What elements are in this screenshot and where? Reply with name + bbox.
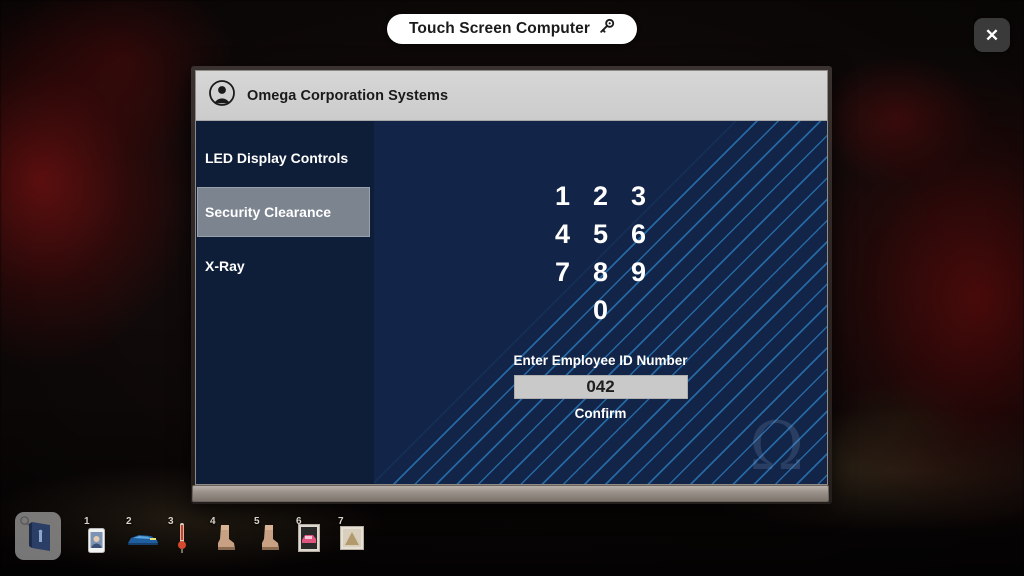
window-title: Touch Screen Computer (409, 20, 590, 37)
hotbar-slot-1[interactable]: 1 (84, 516, 118, 558)
hotbar-slot-6[interactable]: 6 (296, 516, 330, 558)
window-title-pill: Touch Screen Computer (387, 14, 637, 44)
keypad-key-9[interactable]: 9 (620, 253, 658, 291)
hotbar-slot-number: 1 (84, 516, 90, 527)
sidebar-item-label: LED Display Controls (205, 150, 349, 166)
thermometer-item-icon (176, 522, 188, 559)
hotbar-slot-number: 2 (126, 516, 132, 527)
sidebar-item-x-ray[interactable]: X-Ray (196, 241, 374, 291)
keypad-row: 7 8 9 (544, 253, 658, 291)
keypad-key-6[interactable]: 6 (620, 215, 658, 253)
hotbar-slot-5[interactable]: 5 (254, 516, 288, 558)
sidebar-item-label: X-Ray (205, 258, 245, 274)
app-header: Omega Corporation Systems (196, 71, 827, 121)
keypad-key-2[interactable]: 2 (582, 177, 620, 215)
employee-id-input[interactable]: 042 (513, 375, 688, 399)
hotbar-slot-number: 3 (168, 516, 174, 527)
keypad-key-1[interactable]: 1 (544, 177, 582, 215)
sidebar-item-led-display-controls[interactable]: LED Display Controls (196, 133, 374, 183)
close-icon: ✕ (984, 25, 1000, 45)
hotbar-slot-2[interactable]: 2 (126, 516, 160, 558)
employee-id-entry: Enter Employee ID Number 042 Confirm (374, 353, 827, 421)
user-avatar-icon (209, 80, 235, 111)
confirm-button[interactable]: Confirm (575, 406, 627, 421)
close-button[interactable]: ✕ (974, 18, 1010, 52)
sidebar-item-label: Security Clearance (205, 204, 332, 220)
hotbar-slot-3[interactable]: 3 (168, 516, 202, 559)
omega-watermark-icon: Ω (749, 408, 804, 484)
boot-item-icon (256, 524, 282, 557)
keypad-key-0[interactable]: 0 (582, 291, 620, 329)
keypad-key-4[interactable]: 4 (544, 215, 582, 253)
hotbar-slot-7[interactable]: 7 (338, 516, 372, 558)
framed-picture-item-icon (340, 526, 364, 555)
security-clearance-panel: Ω 1 2 3 4 5 6 7 8 9 0 Enter Employee ID … (374, 121, 827, 484)
screen: Omega Corporation Systems LED Display Co… (195, 70, 828, 485)
monitor-stand-base (192, 485, 829, 502)
keypad-key-5[interactable]: 5 (582, 215, 620, 253)
inventory-hotbar: 1 2 3 4 5 6 7 (0, 504, 420, 576)
keypad-key-3[interactable]: 3 (620, 177, 658, 215)
hotbar-slot-4[interactable]: 4 (210, 516, 244, 558)
numeric-keypad: 1 2 3 4 5 6 7 8 9 0 (374, 177, 827, 329)
monitor-frame: Omega Corporation Systems LED Display Co… (191, 66, 832, 504)
car-card-item-icon (298, 524, 320, 557)
keypad-row: 4 5 6 (544, 215, 658, 253)
keypad-row: 1 2 3 (544, 177, 658, 215)
app-body: LED Display Controls Security Clearance … (196, 121, 827, 484)
keypad-key-7[interactable]: 7 (544, 253, 582, 291)
keypad-row: 0 (544, 291, 658, 329)
key-icon (598, 18, 615, 40)
equipped-item-slot[interactable] (15, 512, 61, 560)
app-title: Omega Corporation Systems (247, 87, 449, 104)
sidebar-item-security-clearance[interactable]: Security Clearance (197, 187, 370, 237)
keypad-key-8[interactable]: 8 (582, 253, 620, 291)
phone-item-icon (88, 528, 105, 558)
sidebar: LED Display Controls Security Clearance … (196, 121, 374, 484)
employee-id-label: Enter Employee ID Number (513, 353, 688, 368)
boot-item-icon (212, 524, 238, 557)
blue-car-item-icon (126, 532, 160, 552)
